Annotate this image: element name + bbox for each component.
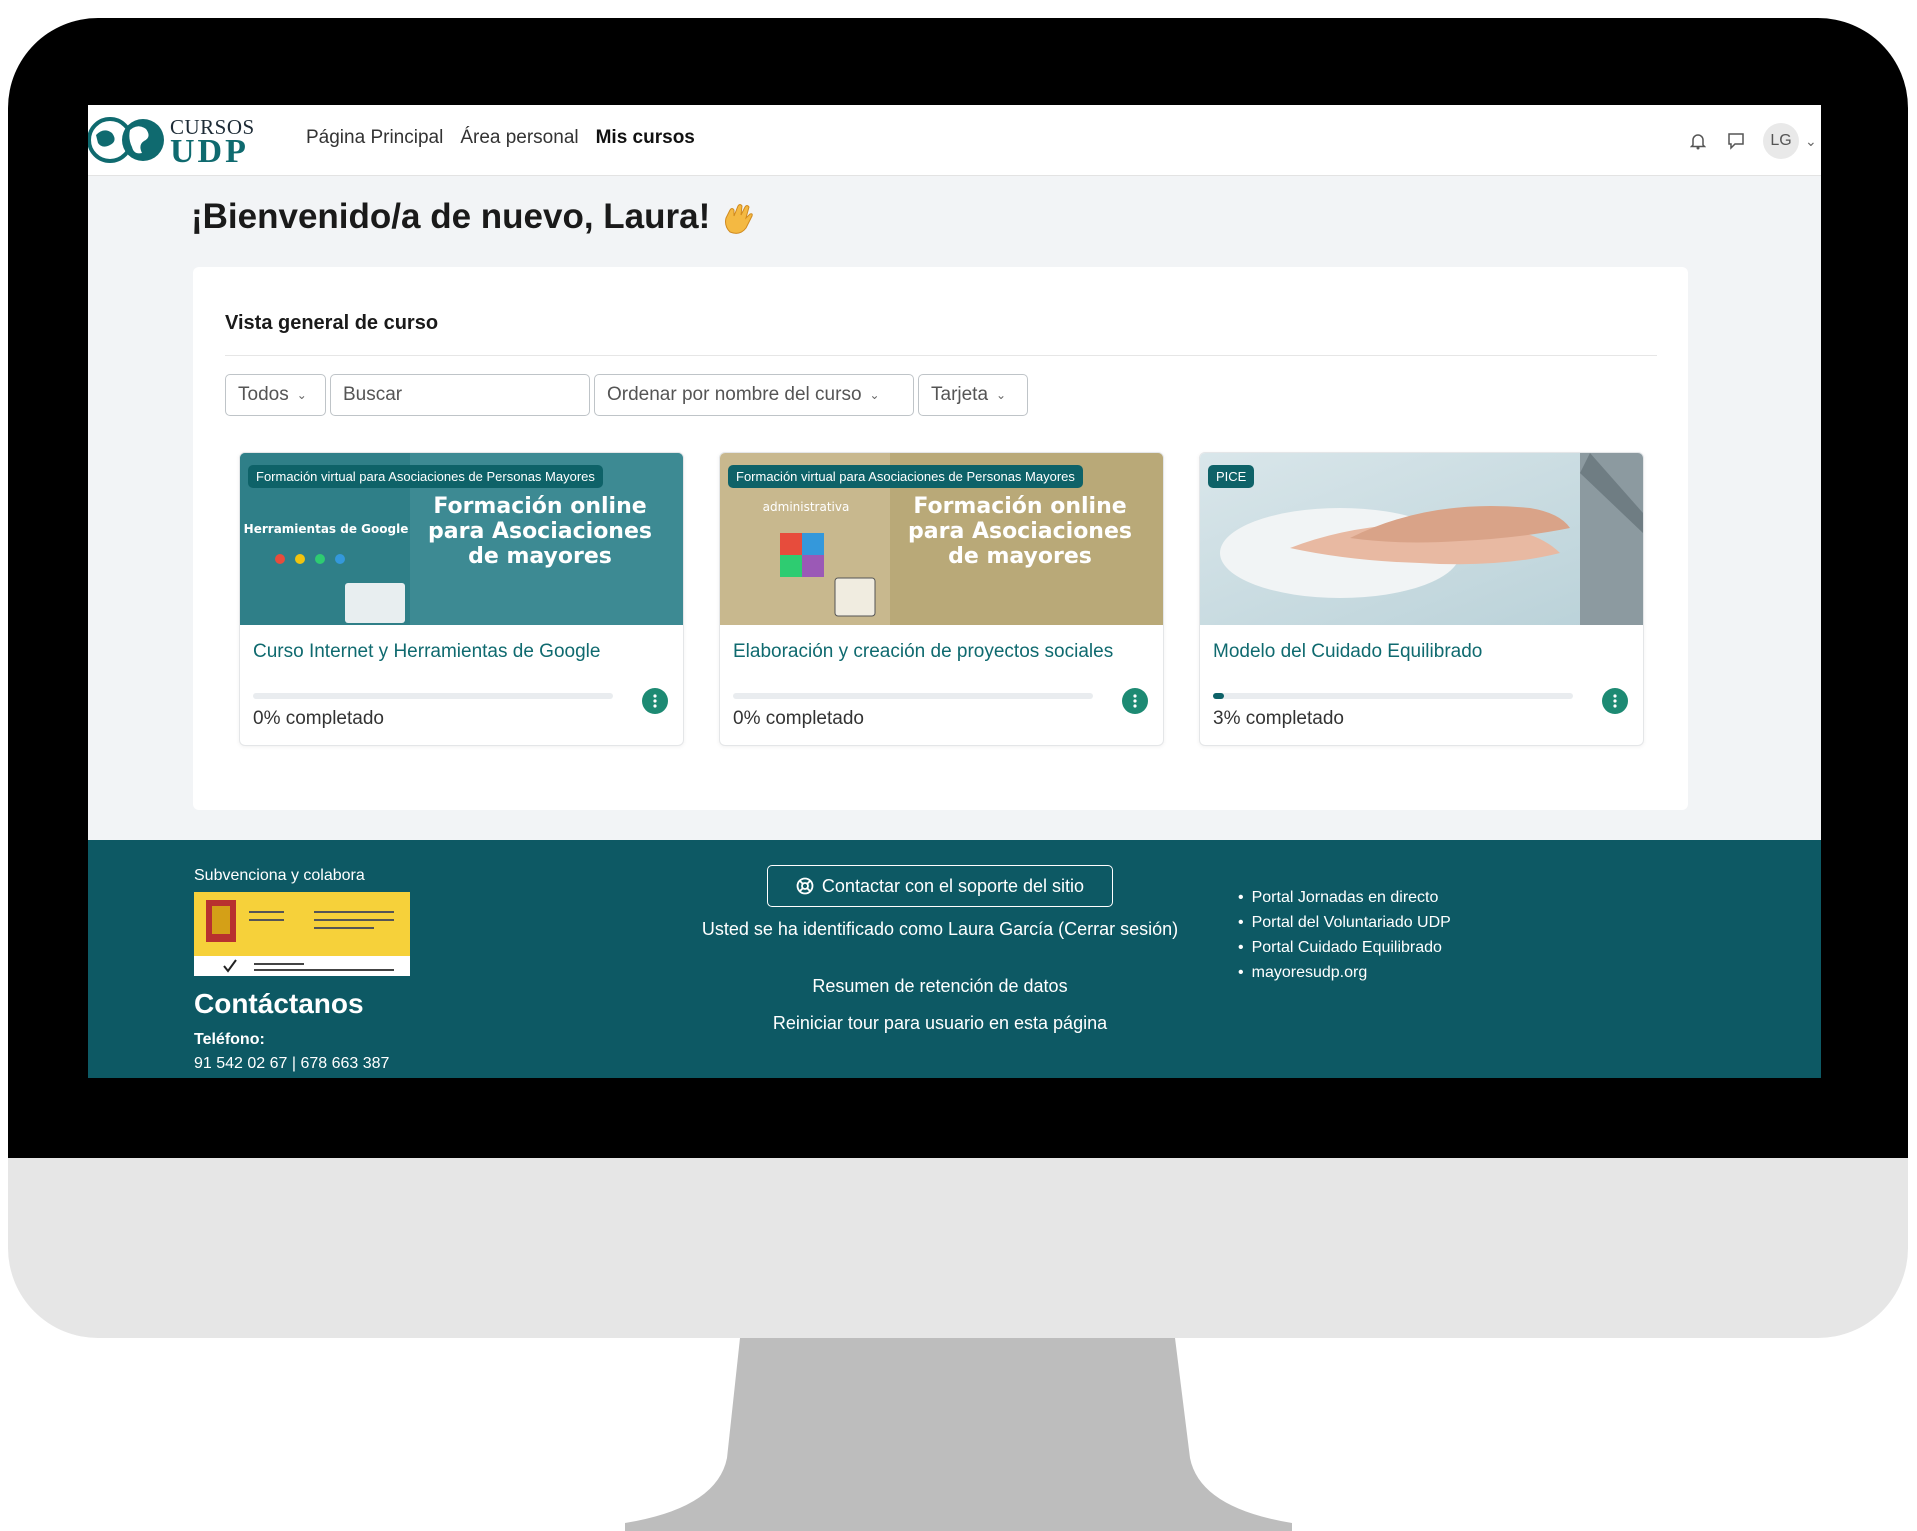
filter-dropdown[interactable]: Todos ⌄: [225, 374, 326, 416]
search-placeholder: Buscar: [343, 384, 403, 405]
view-value: Tarjeta: [931, 384, 989, 405]
view-dropdown[interactable]: Tarjeta ⌄: [918, 374, 1028, 416]
bell-icon[interactable]: [1687, 130, 1709, 152]
footer-link[interactable]: Portal Cuidado Equilibrado: [1238, 935, 1451, 960]
footer-link[interactable]: Portal del Voluntariado UDP: [1238, 910, 1451, 935]
contact-heading: Contáctanos: [194, 988, 364, 1019]
sponsor-label: Subvenciona y colabora: [194, 867, 365, 884]
phone-label: Teléfono:: [194, 1031, 265, 1048]
chat-icon[interactable]: [1725, 130, 1747, 152]
holding-hands-image: [1200, 453, 1643, 625]
course-card[interactable]: Formación online para Asociaciones de ma…: [239, 452, 684, 746]
filter-value: Todos: [238, 384, 289, 405]
sort-dropdown[interactable]: Ordenar por nombre del curso ⌄: [594, 374, 914, 416]
progress-label: 3% completado: [1213, 708, 1344, 729]
reset-tour-link[interactable]: Reiniciar tour para usuario en esta pági…: [698, 1009, 1182, 1038]
lifebuoy-icon: [796, 877, 814, 895]
sort-value: Ordenar por nombre del curso: [607, 384, 862, 405]
contact-support-button[interactable]: Contactar con el soporte del sitio: [767, 865, 1113, 907]
course-card[interactable]: PICE Modelo del Cuidado Equilibrado 3% c…: [1199, 452, 1644, 746]
site-logo[interactable]: CURSOS UDP: [88, 111, 268, 170]
government-sponsor-logo: [194, 892, 410, 976]
svg-text:Herramientas de Google: Herramientas de Google: [244, 522, 409, 536]
phone-numbers: 91 542 02 67 | 678 663 387: [194, 1055, 390, 1072]
progress-label: 0% completado: [253, 708, 384, 729]
page-title: ¡Bienvenido/a de nuevo, Laura!: [191, 197, 756, 237]
more-options-icon[interactable]: [1122, 688, 1148, 714]
more-options-icon[interactable]: [1602, 688, 1628, 714]
monitor-chin: [8, 1158, 1908, 1338]
course-title-link[interactable]: Modelo del Cuidado Equilibrado: [1213, 641, 1482, 663]
globe-logo-icon: [88, 117, 164, 163]
svg-text:de mayores: de mayores: [948, 544, 1092, 569]
footer-links-list: Portal Jornadas en directo Portal del Vo…: [1238, 885, 1451, 985]
footer-link[interactable]: Portal Jornadas en directo: [1238, 885, 1451, 910]
svg-text:para Asociaciones: para Asociaciones: [908, 519, 1132, 544]
progress-bar: [1213, 693, 1573, 699]
course-category-badge: Formación virtual para Asociaciones de P…: [728, 465, 1083, 488]
svg-text:para Asociaciones: para Asociaciones: [428, 519, 652, 544]
svg-text:administrativa: administrativa: [763, 500, 850, 514]
primary-nav: Página Principal Área personal Mis curso…: [306, 127, 695, 149]
support-button-label: Contactar con el soporte del sitio: [821, 875, 1085, 896]
progress-fill: [1213, 693, 1224, 699]
divider: [225, 355, 1657, 356]
progress-bar: [733, 693, 1093, 699]
nav-link-my-courses[interactable]: Mis cursos: [596, 127, 695, 149]
progress-bar: [253, 693, 613, 699]
chevron-down-icon[interactable]: ⌄: [1805, 133, 1821, 150]
more-options-icon[interactable]: [642, 688, 668, 714]
chevron-down-icon: ⌄: [869, 388, 880, 402]
welcome-text: ¡Bienvenido/a de nuevo, Laura!: [191, 197, 711, 236]
search-input[interactable]: Buscar: [330, 374, 590, 416]
logo-text-bottom: UDP: [170, 133, 249, 170]
course-category-badge: PICE: [1208, 465, 1255, 488]
course-title-link[interactable]: Curso Internet y Herramientas de Google: [253, 641, 600, 663]
svg-text:Formación online: Formación online: [913, 494, 1126, 519]
site-footer: Subvenciona y colabora Contáctanos Teléf: [88, 840, 1821, 1078]
course-title-link[interactable]: Elaboración y creación de proyectos soci…: [733, 641, 1113, 663]
footer-link[interactable]: mayoresudp.org: [1238, 960, 1451, 985]
svg-text:de mayores: de mayores: [468, 544, 612, 569]
chevron-down-icon: ⌄: [996, 388, 1007, 402]
browser-screen: CURSOS UDP Página Principal Área persona…: [88, 105, 1821, 1078]
course-image[interactable]: Formación online para Asociaciones de ma…: [240, 453, 683, 625]
waving-hand-icon: [725, 203, 753, 234]
nav-link-dashboard[interactable]: Área personal: [460, 127, 578, 149]
monitor-stand: [625, 1338, 1292, 1531]
logged-in-info[interactable]: Usted se ha identificado como Laura Garc…: [698, 915, 1182, 944]
user-avatar[interactable]: LG: [1763, 123, 1799, 159]
panel-title: Vista general de curso: [225, 312, 439, 334]
nav-link-home[interactable]: Página Principal: [306, 127, 443, 149]
svg-text:Formación online: Formación online: [433, 494, 646, 519]
chevron-down-icon: ⌄: [296, 388, 307, 402]
course-image[interactable]: PICE: [1200, 453, 1643, 625]
course-overview-panel: Vista general de curso Todos ⌄ Buscar Or…: [193, 267, 1688, 810]
course-category-badge: Formación virtual para Asociaciones de P…: [248, 465, 603, 488]
course-card[interactable]: Formación online para Asociaciones de ma…: [719, 452, 1164, 746]
nav-user-area: LG ⌄: [1687, 123, 1821, 159]
data-retention-link[interactable]: Resumen de retención de datos: [698, 972, 1182, 1001]
course-image[interactable]: Formación online para Asociaciones de ma…: [720, 453, 1163, 625]
progress-label: 0% completado: [733, 708, 864, 729]
top-navbar: CURSOS UDP Página Principal Área persona…: [88, 105, 1821, 176]
